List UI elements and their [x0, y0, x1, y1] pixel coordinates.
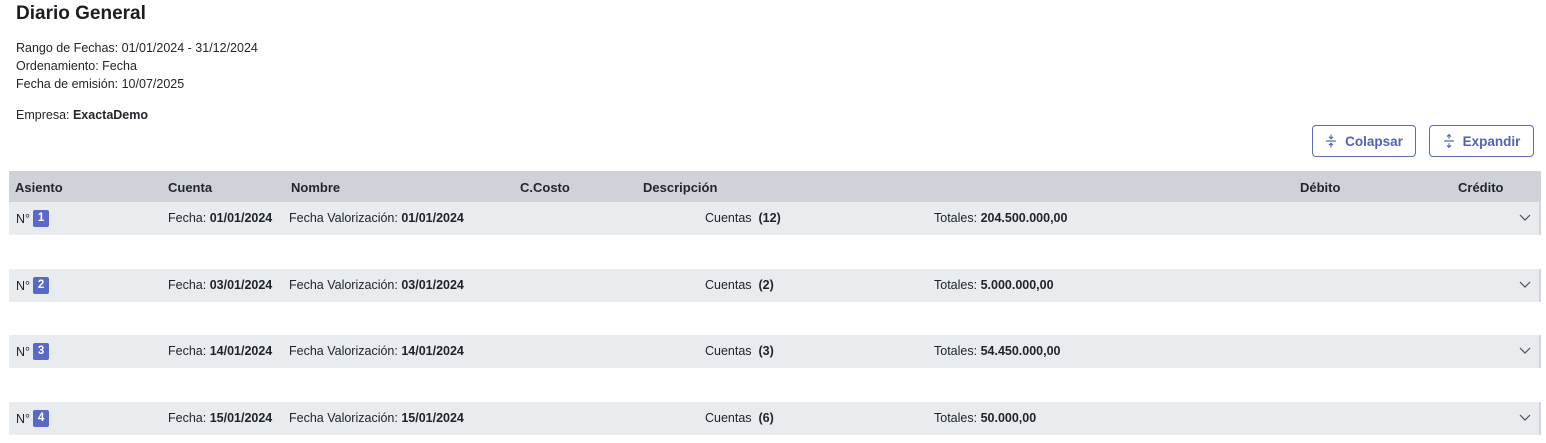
header-credito: Crédito	[1458, 180, 1504, 195]
entry-number: N° 3	[16, 343, 50, 361]
entry-date: Fecha: 03/01/2024	[168, 278, 273, 292]
company-label: Empresa:	[16, 108, 73, 122]
expand-label: Expandir	[1462, 133, 1521, 149]
company-line: Empresa: ExactaDemo	[16, 108, 148, 122]
entry-totals: Totales: 204.500.000,00	[934, 211, 1068, 225]
header-nombre: Nombre	[291, 180, 341, 195]
entry-number-badge: 4	[33, 410, 50, 427]
entry-date: Fecha: 15/01/2024	[168, 411, 273, 425]
issue-date-text: Fecha de emisión: 10/07/2025	[16, 77, 185, 91]
table-row[interactable]: N° 1 Fecha: 01/01/2024 Fecha Valorización…	[9, 202, 1541, 235]
collapse-label: Colapsar	[1345, 133, 1403, 149]
entry-number: N° 2	[16, 277, 50, 295]
entry-totals: Totales: 54.450.000,00	[934, 344, 1061, 358]
chevron-down-icon[interactable]	[1519, 212, 1531, 222]
entry-date: Fecha: 01/01/2024	[168, 211, 273, 225]
table-row[interactable]: N° 3 Fecha: 14/01/2024 Fecha Valorización…	[9, 335, 1541, 368]
chevron-down-icon[interactable]	[1519, 412, 1531, 422]
company-name: ExactaDemo	[72, 108, 149, 122]
table-header: Asiento Cuenta Nombre C.Costo Descripció…	[9, 171, 1541, 203]
header-asiento: Asiento	[15, 180, 63, 195]
entry-accounts: Cuentas (12)	[705, 211, 781, 225]
date-range-text: Rango de Fechas: 01/01/2024 - 31/12/2024	[16, 41, 258, 55]
entry-valuation-date: Fecha Valorización: 15/01/2024	[289, 411, 464, 425]
entry-number: N° 1	[16, 210, 50, 228]
header-cuenta: Cuenta	[168, 180, 213, 195]
entry-valuation-date: Fecha Valorización: 14/01/2024	[289, 344, 464, 358]
page-title: Diario General	[16, 3, 146, 24]
collapse-icon	[1326, 134, 1337, 148]
header-c-costo: C.Costo	[520, 180, 570, 195]
entry-number: N° 4	[16, 410, 50, 428]
entry-totals: Totales: 5.000.000,00	[934, 278, 1054, 292]
entry-date: Fecha: 14/01/2024	[168, 344, 273, 358]
header-debito: Débito	[1300, 180, 1341, 195]
expand-icon	[1443, 134, 1454, 148]
entry-number-badge: 3	[33, 343, 50, 360]
header-descripcion: Descripción	[643, 180, 718, 195]
table-row[interactable]: N° 4 Fecha: 15/01/2024 Fecha Valorización…	[9, 402, 1541, 435]
entry-valuation-date: Fecha Valorización: 01/01/2024	[289, 211, 464, 225]
entry-accounts: Cuentas (3)	[705, 344, 774, 358]
chevron-down-icon[interactable]	[1519, 345, 1531, 355]
entry-accounts: Cuentas (2)	[705, 278, 774, 292]
entry-totals: Totales: 50.000,00	[934, 411, 1037, 425]
ordering-text: Ordenamiento: Fecha	[16, 59, 137, 73]
table-row[interactable]: N° 2 Fecha: 03/01/2024 Fecha Valorización…	[9, 269, 1541, 302]
collapse-button[interactable]: Colapsar	[1312, 125, 1416, 157]
entry-number-badge: 2	[33, 277, 50, 294]
entry-accounts: Cuentas (6)	[705, 411, 774, 425]
entry-number-badge: 1	[33, 210, 50, 227]
expand-button[interactable]: Expandir	[1429, 125, 1534, 157]
entry-valuation-date: Fecha Valorización: 03/01/2024	[289, 278, 464, 292]
chevron-down-icon[interactable]	[1519, 279, 1531, 289]
